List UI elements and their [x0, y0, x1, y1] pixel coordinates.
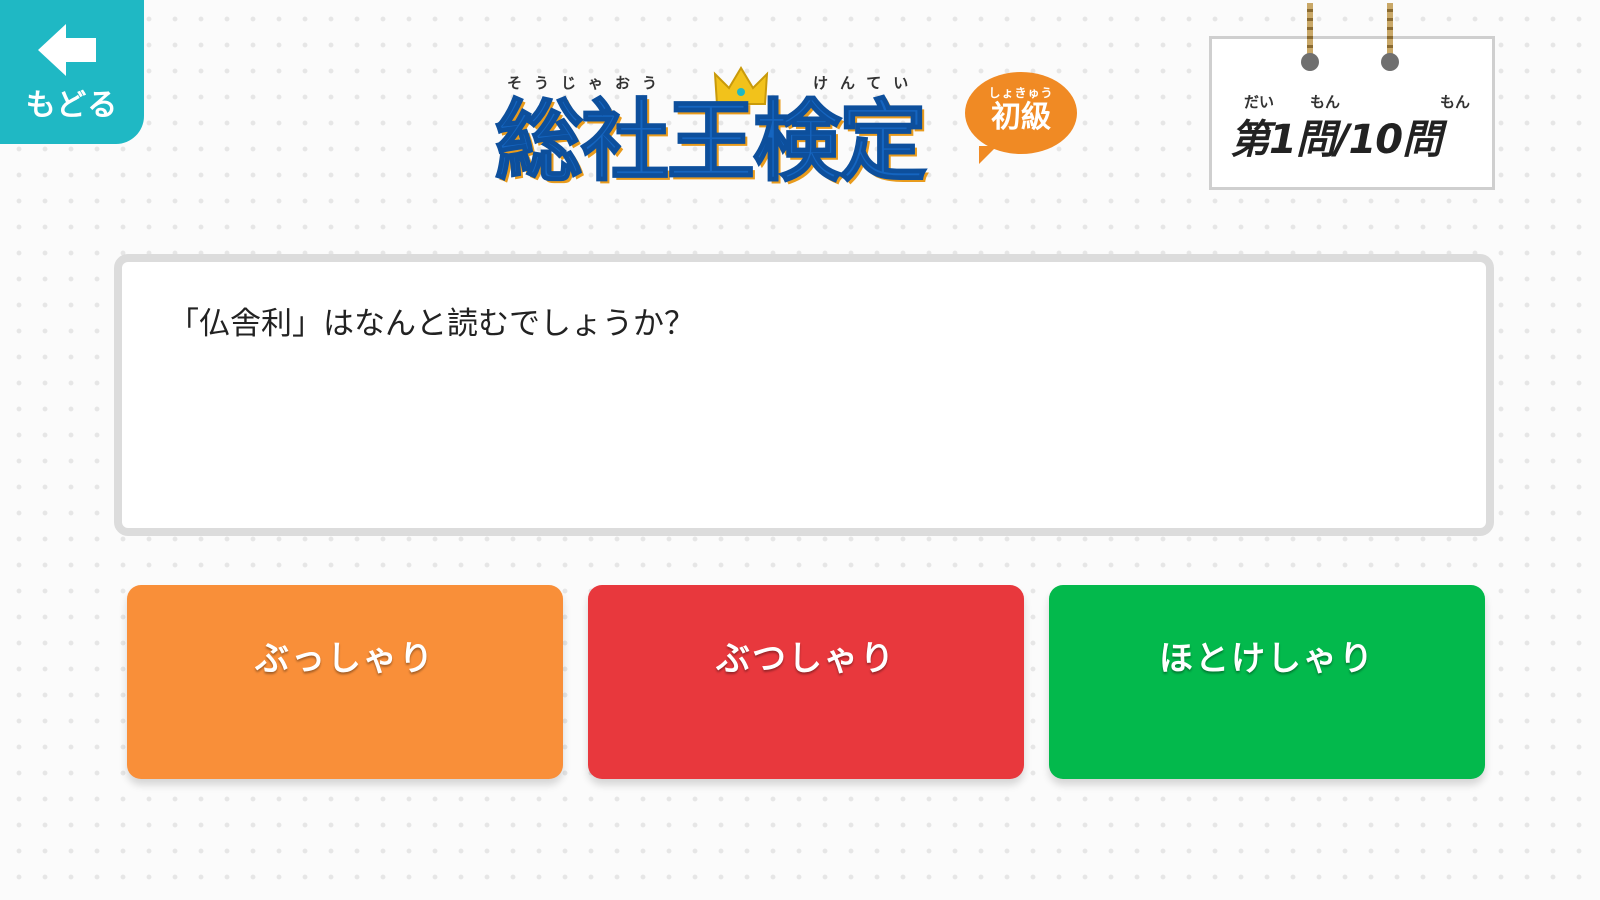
level-badge-label: 初級 [991, 100, 1051, 135]
pin-icon [1301, 53, 1319, 71]
rope-decoration [1307, 3, 1313, 59]
answer-button-1[interactable]: ぶっしゃり [127, 585, 563, 779]
answer-button-3[interactable]: ほとけしゃり [1049, 585, 1485, 779]
question-counter: だい もん もん 第1問/10問 [1209, 3, 1495, 190]
back-button-label: もどる [25, 88, 119, 123]
answer-label: ほとけしゃり [1159, 639, 1375, 679]
logo-title: 総社王検定 [494, 90, 928, 193]
level-badge: しょきゅう 初級 [965, 72, 1077, 164]
question-box: 「仏舎利」はなんと読むでしょうか？ [114, 254, 1494, 536]
rope-decoration [1387, 3, 1393, 59]
answer-button-2[interactable]: ぶつしゃり [588, 585, 1024, 779]
answer-label: ぶつしゃり [716, 639, 896, 679]
counter-text: 第1問/10問 [1230, 117, 1442, 163]
counter-furigana: もん [1440, 93, 1471, 111]
answer-label: ぶっしゃり [255, 639, 435, 679]
level-badge-ruby: しょきゅう [988, 86, 1054, 100]
arrow-left-icon [38, 24, 98, 80]
pin-icon [1381, 53, 1399, 71]
app-logo: そうじゃおう けんてい 総社王検定 しょきゅう 初級 [494, 58, 1105, 198]
question-text: 「仏舎利」はなんと読むでしょうか？ [168, 306, 695, 342]
back-button[interactable]: もどる [0, 0, 144, 144]
